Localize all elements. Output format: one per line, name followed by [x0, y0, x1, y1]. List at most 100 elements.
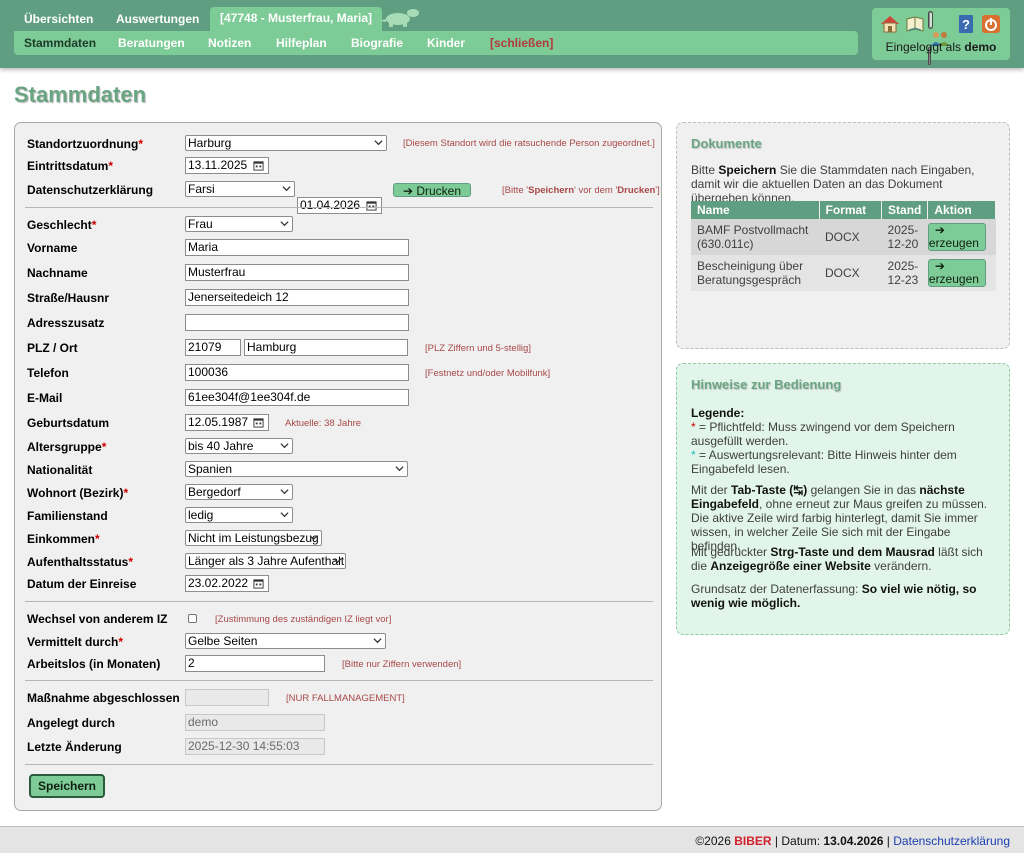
tab-client-record[interactable]: [47748 - Musterfrau, Maria] [210, 7, 383, 31]
sub-stammdaten[interactable]: Stammdaten [24, 31, 96, 55]
row-altersgruppe: Altersgruppe* bis 40 Jahre [27, 438, 293, 458]
help-principle: Grundsatz der Datenerfassung: So viel wi… [691, 582, 977, 610]
row-nationalitaet: Nationalität Spanien [27, 461, 408, 481]
generate-button[interactable]: ➔ erzeugen [927, 223, 986, 251]
sub-biografie[interactable]: Biografie [351, 31, 403, 55]
wechsel-checkbox[interactable] [188, 614, 197, 623]
arbeitslos-hint: [Bitte nur Ziffern verwenden] [342, 659, 462, 670]
book-icon[interactable] [904, 13, 926, 35]
geburtsdatum-date-input[interactable]: 12.05.1987 [185, 414, 269, 431]
help-panel: Hinweise zur Bedienung Legende: * = Pfli… [676, 363, 1010, 635]
row-geburtsdatum: Geburtsdatum 12.05.1987 Aktuelle: 38 Jah… [27, 414, 362, 431]
row-wohnort: Wohnort (Bezirk)* Bergedorf [27, 484, 293, 504]
brand-name: BIBER [734, 834, 772, 848]
username: demo [964, 40, 997, 54]
svg-text:?: ? [962, 17, 970, 32]
standort-hint: [Diesem Standort wird die ratsuchende Pe… [403, 138, 655, 149]
help-title: Hinweise zur Bedienung [691, 377, 842, 392]
altersgruppe-select[interactable]: bis 40 Jahre [185, 438, 293, 454]
plz-hint: [PLZ Ziffern und 5-stellig] [425, 343, 531, 354]
aufenthalt-select[interactable]: Länger als 3 Jahre Aufenthalt [185, 553, 346, 569]
calendar-icon [366, 201, 377, 211]
tab-uebersichten[interactable]: Übersichten [14, 8, 103, 30]
wechsel-hint: [Zustimmung des zuständigen IZ liegt vor… [215, 614, 392, 625]
divider [25, 680, 653, 681]
divider [25, 207, 653, 208]
plz-input[interactable]: 21079 [185, 339, 241, 356]
chevron-down-icon [282, 186, 291, 192]
table-row: Bescheinigung über Beratungsgespräch DOC… [691, 255, 996, 291]
logged-in-status: Eingeloggt als demo [885, 40, 997, 54]
vermittelt-select[interactable]: Gelbe Seiten [185, 633, 386, 649]
save-button[interactable]: Speichern [29, 774, 105, 798]
footer: ©2026 BIBER | Datum: 13.04.2026 | Datens… [0, 826, 1024, 853]
strasse-input[interactable]: Jenerseitedeich 12 [185, 289, 409, 306]
documents-panel: Dokumente Bitte Speichern Sie die Stammd… [676, 122, 1010, 349]
einkommen-select[interactable]: Nicht im Leistungsbezug [185, 530, 322, 546]
row-eintritt: Eintrittsdatum* 13.11.2025 [27, 157, 269, 177]
generate-button[interactable]: ➔ erzeugen [927, 259, 986, 287]
massnahme-hint: [NUR FALLMANAGEMENT] [286, 693, 405, 704]
sub-kinder[interactable]: Kinder [427, 31, 465, 55]
footer-text: ©2026 BIBER | Datum: 13.04.2026 | Datens… [695, 834, 1010, 848]
datenschutz-hint: [Bitte 'Speichern' vor dem 'Drucken'] [502, 185, 660, 196]
user-box: ? Eingeloggt als demo [872, 8, 1024, 65]
telefon-input[interactable]: 100036 [185, 364, 409, 381]
arbeitslos-input[interactable]: 2 [185, 655, 325, 672]
geschlecht-select[interactable]: Frau [185, 216, 293, 232]
telefon-hint: [Festnetz und/oder Mobilfunk] [425, 368, 551, 379]
row-geschlecht: Geschlecht* Frau [27, 216, 293, 236]
divider [25, 601, 653, 602]
chevron-down-icon [333, 558, 342, 564]
chevron-down-icon [395, 466, 404, 472]
ort-input[interactable]: Hamburg [244, 339, 408, 356]
sub-notizen[interactable]: Notizen [208, 31, 251, 55]
help-icon[interactable]: ? [955, 13, 977, 35]
home-icon[interactable] [879, 13, 901, 35]
massnahme-date-input [185, 689, 269, 706]
row-einreise: Datum der Einreise 23.02.2022 [27, 575, 269, 595]
chevron-down-icon [280, 489, 289, 495]
age-hint: Aktuelle: 38 Jahre [285, 418, 362, 429]
app-header: Übersichten Auswertungen [47748 - Muster… [0, 0, 1024, 68]
row-einkommen: Einkommen* Nicht im Leistungsbezug [27, 530, 322, 550]
nachname-input[interactable]: Musterfrau [185, 264, 409, 281]
row-datenschutz: Datenschutzerklärung Farsi 01.04.2026 ➔ … [27, 181, 660, 214]
nationalitaet-select[interactable]: Spanien [185, 461, 408, 477]
datenschutz-language-select[interactable]: Farsi [185, 181, 295, 197]
email-input[interactable]: 61ee304f@1ee304f.de [185, 389, 409, 406]
vorname-input[interactable]: Maria [185, 239, 409, 256]
chevron-down-icon [374, 140, 383, 146]
chevron-down-icon [309, 535, 318, 541]
row-familienstand: Familienstand ledig [27, 507, 293, 527]
power-icon[interactable] [980, 13, 1002, 35]
help-tab-key: Mit der Tab-Taste (↹) gelangen Sie in da… [691, 483, 988, 553]
sub-beratungen[interactable]: Beratungen [118, 31, 185, 55]
row-vermittelt: Vermittelt durch* Gelbe Seiten [27, 633, 386, 653]
adresszusatz-input[interactable] [185, 314, 409, 331]
tab-auswertungen[interactable]: Auswertungen [106, 8, 209, 30]
table-row: BAMF Postvollmacht (630.011c) DOCX 2025-… [691, 219, 996, 255]
legend: Legende: * = Pflichtfeld: Muss zwingend … [691, 406, 957, 476]
privacy-link[interactable]: Datenschutzerklärung [893, 834, 1010, 848]
row-standort: Standortzuordnung* Harburg [Diesem Stand… [27, 135, 655, 151]
table-header: Name Format Stand Aktion [691, 201, 996, 219]
documents-table: Name Format Stand Aktion BAMF Postvollma… [691, 201, 996, 291]
angelegt-field: demo [185, 714, 325, 731]
familienstand-select[interactable]: ledig [185, 507, 293, 523]
sub-hilfeplan[interactable]: Hilfeplan [276, 31, 327, 55]
calendar-icon [253, 418, 264, 428]
einreise-date-input[interactable]: 23.02.2022 [185, 575, 269, 592]
print-button[interactable]: ➔ Drucken [393, 183, 471, 198]
wohnort-select[interactable]: Bergedorf [185, 484, 293, 500]
divider [25, 764, 653, 765]
standort-select[interactable]: Harburg [185, 135, 387, 151]
eintritt-date-input[interactable]: 13.11.2025 [185, 157, 269, 174]
sub-navigation: Stammdaten Beratungen Notizen Hilfeplan … [14, 31, 858, 55]
sub-schliessen[interactable]: [schließen] [490, 31, 553, 55]
documents-text: Bitte Speichern Sie die Stammdaten nach … [691, 163, 975, 205]
chevron-down-icon [373, 638, 382, 644]
documents-title: Dokumente [691, 136, 762, 151]
datenschutz-date-input[interactable]: 01.04.2026 [297, 197, 382, 214]
chevron-down-icon [280, 221, 289, 227]
